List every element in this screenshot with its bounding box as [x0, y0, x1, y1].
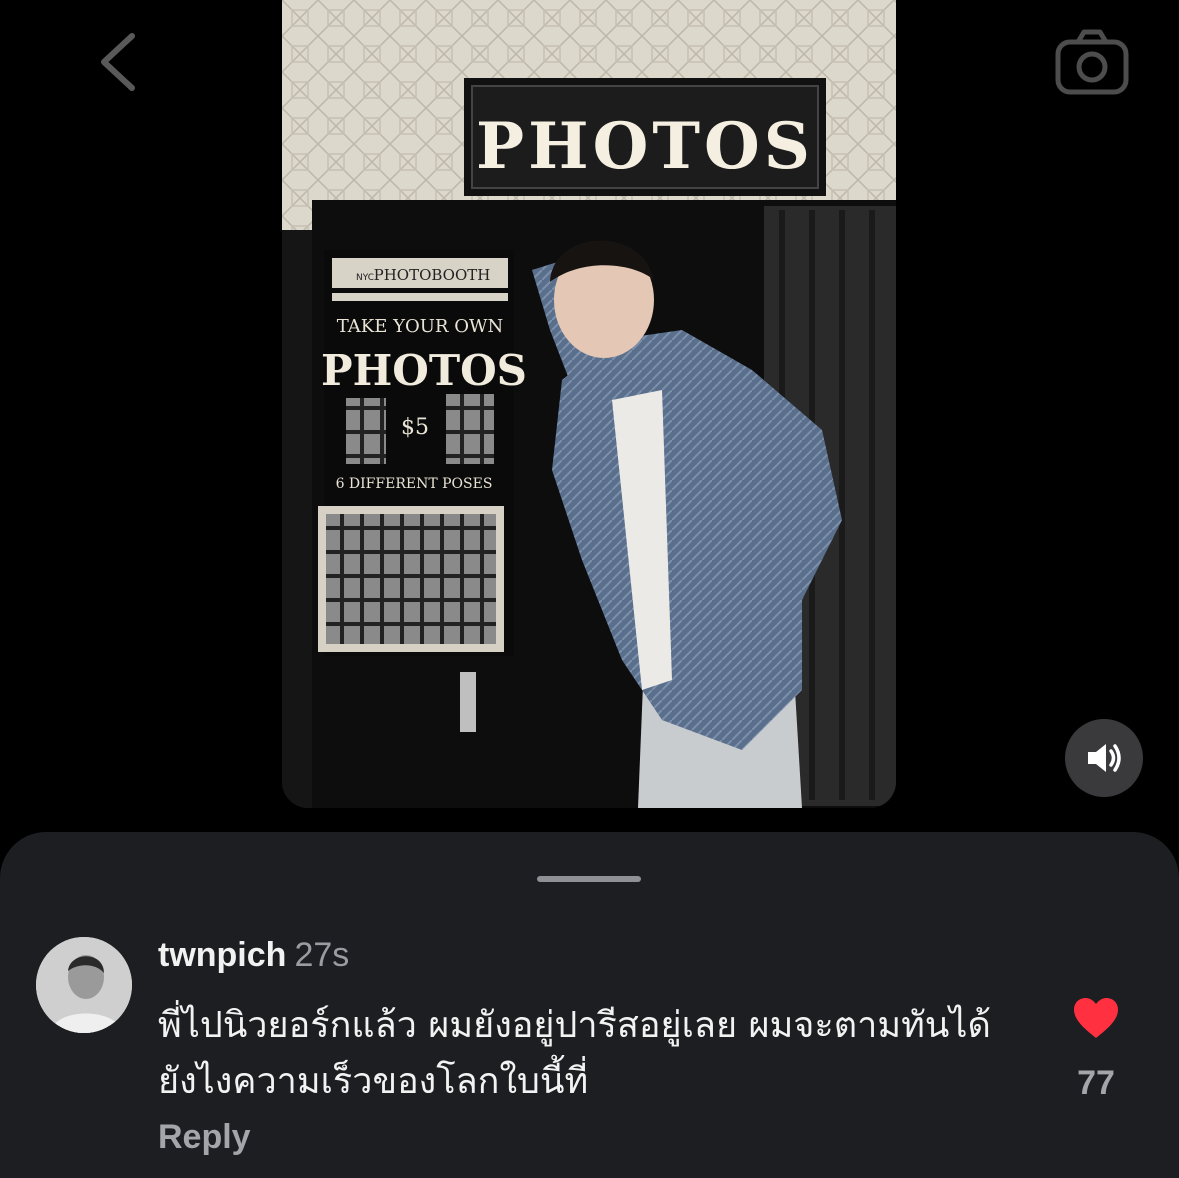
comment-text: พี่ไปนิวยอร์กแล้ว ผมยังอยู่ปารีสอยู่เลย …: [158, 1005, 991, 1102]
comment-username[interactable]: twnpich: [158, 936, 286, 974]
avatar[interactable]: [36, 937, 132, 1033]
reply-button[interactable]: Reply: [158, 1118, 251, 1157]
sign-text: PHOTOS: [476, 109, 814, 184]
sheet-grabber[interactable]: [537, 876, 641, 882]
comment-header: twnpich 27s: [158, 936, 349, 975]
chevron-left-icon[interactable]: [92, 30, 144, 94]
booth-brand: PHOTOBOOTH: [374, 266, 491, 284]
booth-line3: 6 DIFFERENT POSES: [336, 476, 493, 492]
comments-sheet: twnpich 27s พี่ไปนิวยอร์กแล้ว ผมยังอยู่ปา…: [0, 832, 1179, 1178]
speaker-icon: [1088, 744, 1121, 772]
camera-icon[interactable]: [1052, 26, 1132, 98]
booth-line1: TAKE YOUR OWN: [337, 316, 503, 337]
like-count: 77: [1077, 1064, 1115, 1102]
post-media[interactable]: PHOTOS PHOTOBOOTH NYC TAKE YOUR OWN PHOT…: [282, 0, 896, 808]
heart-icon[interactable]: [1072, 996, 1120, 1040]
post-photo: PHOTOS PHOTOBOOTH NYC TAKE YOUR OWN PHOT…: [282, 0, 896, 808]
booth-price: $5: [401, 415, 429, 440]
booth-line2: PHOTOS: [321, 346, 527, 395]
avatar-image: [36, 937, 132, 1033]
comment-time: 27s: [294, 936, 350, 974]
booth-nyc: NYC: [356, 273, 374, 283]
sound-toggle-button[interactable]: [1065, 719, 1143, 797]
